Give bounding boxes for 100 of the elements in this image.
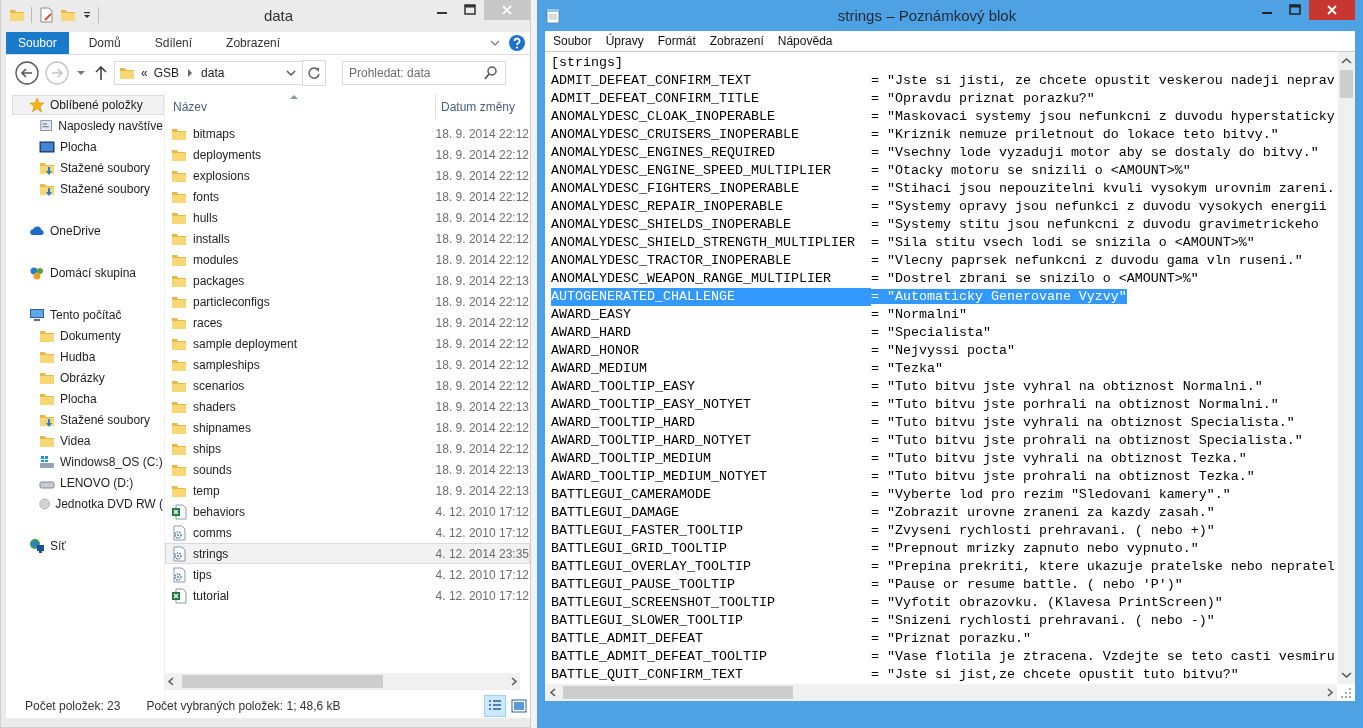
nav-item[interactable]: Stažené soubory: [20, 158, 164, 178]
file-date: 18. 9. 2014 22:12: [435, 294, 529, 309]
ribbon-tab[interactable]: Domů: [74, 32, 135, 54]
file-row[interactable]: comms 4. 12. 2010 17:12: [165, 522, 530, 543]
nav-item[interactable]: Windows8_OS (C:): [20, 452, 164, 472]
file-date: 18. 9. 2014 22:12: [435, 441, 529, 456]
file-date: 18. 9. 2014 22:12: [435, 252, 529, 267]
menu-item[interactable]: Formát: [657, 34, 696, 48]
search-field[interactable]: Prohledat: data: [342, 61, 506, 85]
file-name: shipnames: [192, 420, 252, 435]
address-bar[interactable]: « GSB data: [114, 61, 302, 85]
file-row[interactable]: sounds 18. 9. 2014 22:13: [165, 459, 530, 480]
notepad-icon[interactable]: [545, 7, 561, 24]
properties-icon[interactable]: [38, 7, 54, 23]
file-name: temp: [192, 483, 221, 498]
file-row[interactable]: explosions 18. 9. 2014 22:12: [165, 165, 530, 186]
nav-item[interactable]: Domácí skupina: [20, 263, 164, 283]
vertical-scrollbar[interactable]: [1338, 52, 1355, 684]
nav-item[interactable]: Stažené soubory: [20, 179, 164, 199]
string-key: AWARD_EASY: [551, 306, 871, 324]
file-name: sample deployment: [192, 336, 299, 351]
file-row[interactable]: modules 18. 9. 2014 22:12: [165, 249, 530, 270]
nav-item[interactable]: Dokumenty: [20, 326, 164, 346]
file-row[interactable]: particleconfigs 18. 9. 2014 22:12: [165, 291, 530, 312]
menu-item[interactable]: Soubor: [553, 34, 592, 48]
file-row[interactable]: shaders 18. 9. 2014 22:13: [165, 396, 530, 417]
file-row[interactable]: temp 18. 9. 2014 22:13: [165, 480, 530, 501]
ribbon-tab[interactable]: Zobrazení: [212, 32, 295, 54]
nav-item[interactable]: Tento počítač: [20, 305, 164, 325]
spreadsheet-file-icon: [171, 503, 187, 520]
string-key: BATTLEGUI_OVERLAY_TOOLTIP: [551, 558, 871, 576]
file-row[interactable]: strings 4. 12. 2014 23:35: [165, 543, 530, 564]
file-row[interactable]: tips 4. 12. 2010 17:12: [165, 564, 530, 585]
menu-item[interactable]: Zobrazení: [709, 34, 764, 48]
string-key: BATTLEGUI_GRID_TOOLTIP: [551, 540, 871, 558]
nav-item[interactable]: Síť: [20, 536, 164, 556]
file-row[interactable]: ships 18. 9. 2014 22:12: [165, 438, 530, 459]
file-row[interactable]: sample deployment 18. 9. 2014 22:12: [165, 333, 530, 354]
file-row[interactable]: bitmaps 18. 9. 2014 22:12: [165, 123, 530, 144]
file-row[interactable]: hulls 18. 9. 2014 22:12: [165, 207, 530, 228]
file-date: 18. 9. 2014 22:13: [435, 273, 529, 288]
menu-item[interactable]: Úpravy: [605, 34, 644, 48]
horizontal-scrollbar[interactable]: [545, 684, 1337, 701]
close-button[interactable]: [1309, 0, 1355, 20]
file-date: 18. 9. 2014 22:12: [435, 336, 529, 351]
nav-item[interactable]: Videa: [20, 431, 164, 451]
string-value: = "Vyfotit obrazovku. (Klavesa PrintScreen)": [870, 595, 1223, 610]
ribbon-tab[interactable]: Sdílení: [140, 32, 207, 54]
details-view-button[interactable]: [484, 695, 506, 717]
string-key: AWARD_HONOR: [551, 342, 871, 360]
string-value: = "Priznat porazku.": [870, 631, 1031, 646]
string-value: = "Prepnout mrizky zapnuto nebo vypnuto.": [870, 541, 1199, 556]
nav-item[interactable]: OneDrive: [20, 221, 164, 241]
file-row[interactable]: installs 18. 9. 2014 22:12: [165, 228, 530, 249]
string-key: ANOMALYDESC_CLOAK_INOPERABLE: [551, 108, 871, 126]
string-key: AWARD_TOOLTIP_EASY_NOTYET: [551, 396, 871, 414]
refresh-button[interactable]: [302, 60, 326, 86]
folder-icon: [119, 65, 135, 81]
nav-item[interactable]: Oblíbené položky: [12, 95, 164, 115]
string-value: = "Dostrel zbrani se snizilo o <AMOUNT>%": [870, 271, 1199, 286]
file-row[interactable]: sampleships 18. 9. 2014 22:12: [165, 354, 530, 375]
file-row[interactable]: scenarios 18. 9. 2014 22:12: [165, 375, 530, 396]
window-title: data: [262, 6, 295, 24]
file-row[interactable]: tutorial 4. 12. 2010 17:12: [165, 585, 530, 606]
download-folder-icon: [39, 160, 55, 176]
nav-item[interactable]: Naposledy navštíve: [20, 116, 164, 136]
menu-item[interactable]: Nápověda: [777, 34, 833, 48]
breadcrumb-overflow[interactable]: «: [141, 66, 148, 80]
file-menu-button[interactable]: Soubor: [6, 32, 69, 54]
horizontal-scrollbar[interactable]: [165, 673, 520, 690]
file-row[interactable]: races 18. 9. 2014 22:12: [165, 312, 530, 333]
file-row[interactable]: deployments 18. 9. 2014 22:12: [165, 144, 530, 165]
help-icon[interactable]: [508, 34, 526, 52]
string-key: ANOMALYDESC_TRACTOR_INOPERABLE: [551, 252, 871, 270]
nav-item[interactable]: Plocha: [20, 137, 164, 157]
file-name: scenarios: [192, 378, 246, 393]
breadcrumb[interactable]: data: [201, 66, 225, 80]
file-name: hulls: [192, 210, 219, 225]
nav-item[interactable]: Hudba: [20, 347, 164, 367]
nav-item[interactable]: Stažené soubory: [20, 410, 164, 430]
search-icon: [483, 65, 499, 81]
nav-item[interactable]: LENOVO (D:): [20, 473, 164, 493]
nav-item[interactable]: Jednotka DVD RW (: [20, 494, 164, 514]
string-value: = "Pause or resume battle. ( nebo 'P')": [870, 577, 1183, 592]
string-value: = "Jste si jisti, ze chcete opustit veskerou nadeji neprav: [870, 73, 1335, 88]
homegroup-icon: [29, 265, 45, 281]
column-header[interactable]: Název: [165, 100, 435, 114]
string-key: AWARD_TOOLTIP_MEDIUM: [551, 450, 871, 468]
file-row[interactable]: packages 18. 9. 2014 22:13: [165, 270, 530, 291]
nav-item[interactable]: Obrázky: [20, 368, 164, 388]
string-key: BATTLE_QUIT_CONFIRM_TEXT: [551, 666, 871, 684]
string-key: AUTOGENERATED_CHALLENGE: [551, 288, 871, 306]
nav-item[interactable]: Plocha: [20, 389, 164, 409]
breadcrumb[interactable]: GSB: [153, 66, 180, 80]
file-row[interactable]: shipnames 18. 9. 2014 22:12: [165, 417, 530, 438]
file-row[interactable]: fonts 18. 9. 2014 22:12: [165, 186, 530, 207]
file-name: ships: [192, 441, 222, 456]
back-button[interactable]: [14, 60, 40, 86]
file-row[interactable]: behaviors 4. 12. 2010 17:12: [165, 501, 530, 522]
column-header[interactable]: Datum změny: [435, 94, 516, 120]
